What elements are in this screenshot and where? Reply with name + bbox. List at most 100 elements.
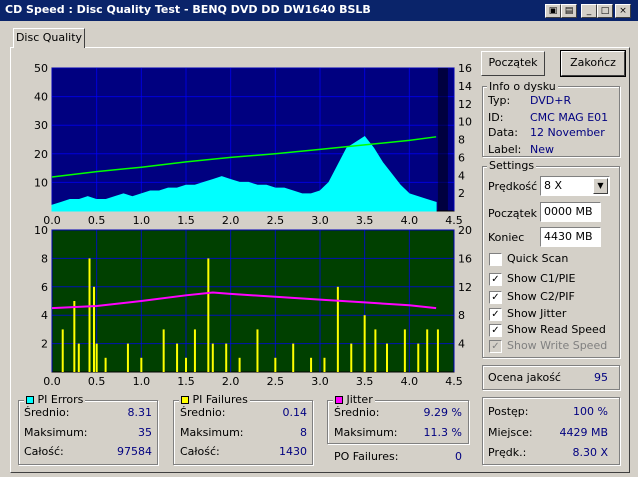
bar-1-4 <box>92 286 95 372</box>
x-tick-0-7: 3.5 <box>356 214 374 227</box>
x-tick-0-1: 0.5 <box>88 214 106 227</box>
pi-errors-swatch <box>26 396 34 404</box>
save-icon[interactable]: ▤ <box>561 4 577 18</box>
y-tick-right-0-6: 14 <box>458 80 472 93</box>
y-tick-right-0-5: 12 <box>458 98 472 111</box>
restore-icon[interactable]: ▣ <box>545 4 561 18</box>
y-tick-right-0-7: 16 <box>458 62 472 75</box>
window-title: CD Speed : Disc Quality Test - BENQ DVD … <box>5 3 371 16</box>
pi-errors-total-label: Całość: <box>24 445 64 458</box>
bar-1-12 <box>193 329 196 372</box>
checkbox-4[interactable]: ✓ <box>489 324 502 337</box>
y-tick-right-1-1: 8 <box>458 309 465 322</box>
y-tick-right-0-2: 6 <box>458 151 465 164</box>
y-tick-left-0-3: 40 <box>34 91 48 104</box>
pi-errors-max-label: Maksimum: <box>24 426 88 439</box>
x-tick-1-2: 1.0 <box>133 375 151 388</box>
checkbox-label-1[interactable]: Show C1/PIE <box>507 272 575 285</box>
x-tick-1-4: 2.0 <box>222 375 240 388</box>
bar-1-3 <box>88 258 91 372</box>
bar-1-0 <box>61 329 64 372</box>
speed-select[interactable]: 8 X ▼ <box>540 176 610 196</box>
chart-pi-errors: 0.0 0.5 1.0 1.5 2.0 2.5 3.0 3.5 4.0 4.51020304050… <box>34 62 472 227</box>
end-marker-0 <box>437 68 448 211</box>
end-mb-input[interactable]: 4430 MB <box>540 227 601 247</box>
plot-area-1 <box>51 229 455 373</box>
maximize-button[interactable]: □ <box>597 4 613 18</box>
speed-readout-label: Prędk.: <box>488 446 527 459</box>
end-button[interactable]: Zakończ <box>560 50 626 77</box>
minimize-button[interactable]: _ <box>581 4 597 18</box>
checkbox-label-0[interactable]: Quick Scan <box>507 252 568 265</box>
x-tick-1-9: 4.5 <box>445 375 463 388</box>
jitter-title: Jitter <box>333 393 375 406</box>
bar-1-11 <box>185 357 187 372</box>
y-tick-left-1-4: 10 <box>34 224 48 237</box>
quality-label: Ocena jakość <box>488 371 561 384</box>
y-tick-right-0-1: 4 <box>458 169 465 182</box>
x-tick-0-4: 2.0 <box>222 214 240 227</box>
bar-1-21 <box>323 357 326 372</box>
start-mb-input[interactable]: 0000 MB <box>540 202 601 222</box>
pi-errors-title-text: PI Errors <box>37 393 84 406</box>
x-tick-0-6: 3.0 <box>311 214 329 227</box>
settings-title: Settings <box>487 159 537 172</box>
jitter-max-value: 11.3 % <box>423 426 462 439</box>
position-label: Miejsce: <box>488 426 533 439</box>
bar-1-15 <box>225 343 228 372</box>
tab-disc-quality[interactable]: Disc Quality <box>13 28 85 48</box>
x-tick-1-3: 1.5 <box>177 375 195 388</box>
checkbox-2[interactable]: ✓ <box>489 291 502 304</box>
checkbox-1[interactable]: ✓ <box>489 273 502 286</box>
disc-id-label: ID: <box>488 111 504 124</box>
bar-1-1 <box>73 301 76 372</box>
bar-1-25 <box>374 329 377 372</box>
bar-1-29 <box>426 329 429 372</box>
y-tick-left-0-4: 50 <box>34 62 48 75</box>
jitter-title-text: Jitter <box>346 393 373 406</box>
pi-failures-avg-label: Średnio: <box>180 406 226 419</box>
checkbox-0[interactable] <box>489 253 502 266</box>
y-tick-left-1-0: 2 <box>41 338 48 351</box>
disc-date-value: 12 November <box>530 126 605 139</box>
start-mb-label: Początek <box>488 207 537 220</box>
x-tick-0-8: 4.0 <box>401 214 419 227</box>
disc-label-value: New <box>530 143 554 156</box>
bar-1-13 <box>207 258 210 372</box>
disc-type-value: DVD+R <box>530 94 572 107</box>
pi-errors-max-value: 35 <box>138 426 152 439</box>
bar-1-5 <box>95 343 98 372</box>
bar-1-28 <box>417 343 420 372</box>
pi-failures-total-label: Całość: <box>180 445 220 458</box>
start-button[interactable]: Początek <box>481 51 545 76</box>
checkbox-label-2[interactable]: Show C2/PIF <box>507 290 575 303</box>
position-value: 4429 MB <box>559 426 608 439</box>
x-tick-1-6: 3.0 <box>311 375 329 388</box>
jitter-avg-value: 9.29 % <box>423 406 462 419</box>
speed-value: 8 X <box>544 179 563 192</box>
x-tick-1-7: 3.5 <box>356 375 374 388</box>
disc-label-label: Label: <box>488 143 522 156</box>
y-tick-right-1-4: 20 <box>458 224 472 237</box>
chevron-down-icon[interactable]: ▼ <box>593 178 608 194</box>
x-tick-1-8: 4.0 <box>401 375 419 388</box>
checkbox-label-4[interactable]: Show Read Speed <box>507 323 606 336</box>
pi-errors-avg-label: Średnio: <box>24 406 70 419</box>
checkbox-label-5: Show Write Speed <box>507 339 608 352</box>
disc-type-label: Typ: <box>488 94 511 107</box>
bar-1-24 <box>363 315 366 372</box>
pi-errors-title: PI Errors <box>24 393 86 406</box>
y-tick-right-1-3: 16 <box>458 252 472 265</box>
bar-1-30 <box>436 329 439 372</box>
bar-1-27 <box>403 329 406 372</box>
checkbox-label-3[interactable]: Show Jitter <box>507 307 566 320</box>
bar-1-7 <box>126 343 129 372</box>
bar-1-8 <box>140 357 143 372</box>
y-tick-left-0-1: 20 <box>34 148 48 161</box>
bar-1-20 <box>310 357 313 372</box>
checkbox-3[interactable]: ✓ <box>489 308 502 321</box>
bar-1-22 <box>336 286 339 372</box>
close-button[interactable]: × <box>615 4 631 18</box>
po-failures-label: PO Failures: <box>334 450 399 463</box>
bar-1-17 <box>256 329 259 372</box>
